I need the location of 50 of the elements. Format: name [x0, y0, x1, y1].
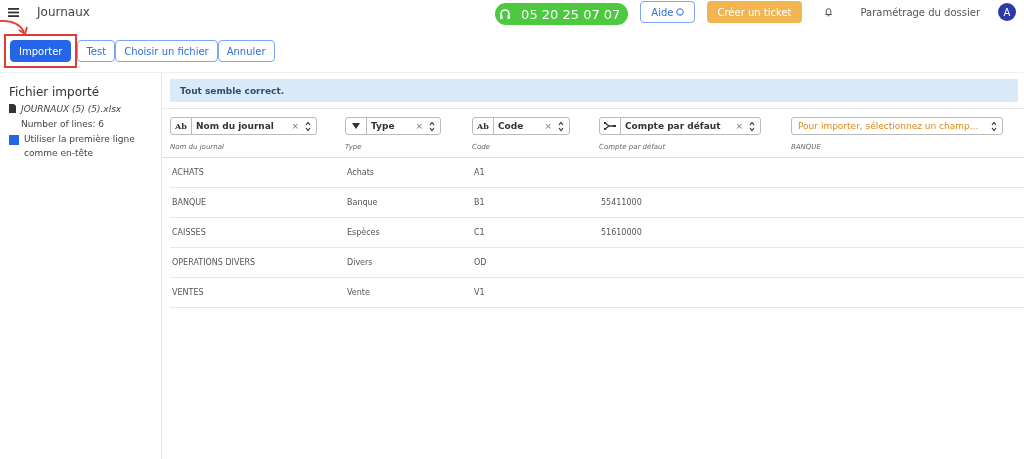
clear-icon[interactable]: × — [291, 121, 299, 131]
field-select[interactable]: Type × — [345, 117, 441, 135]
field-select[interactable]: Compte par défaut × — [599, 117, 761, 135]
sort-arrows-icon — [429, 120, 435, 132]
table-cell: Espèces — [345, 218, 472, 248]
help-button[interactable]: Aide — [640, 1, 696, 23]
table-cell: CAISSES — [170, 218, 345, 248]
table-cell: Vente — [345, 278, 472, 308]
menu-icon[interactable] — [8, 7, 19, 17]
toolbar-button[interactable]: Annuler — [217, 40, 275, 62]
file-name: JOURNAUX (5) (5).xlsx — [21, 104, 122, 114]
toolbar-button[interactable]: Choisir un fichier — [115, 40, 218, 62]
field-select[interactable]: Ab Code × — [472, 117, 570, 135]
table-cell: OD — [472, 248, 599, 278]
table-cell: VENTES — [170, 278, 345, 308]
help-icon — [676, 8, 685, 16]
table-cell: Achats — [345, 158, 472, 188]
clear-icon[interactable]: × — [735, 121, 743, 131]
table-cell: B1 — [472, 188, 599, 218]
table-cell: Banque — [345, 188, 472, 218]
table-cell: V1 — [472, 278, 599, 308]
settings-link[interactable]: Paramétrage du dossier — [860, 6, 980, 18]
table-cell: C1 — [472, 218, 599, 248]
table-cell: 55411000 — [599, 188, 791, 218]
field-select[interactable]: Pour importer, sélectionnez un champ... — [791, 117, 1003, 135]
line-count: Number of lines: 6 — [21, 119, 106, 129]
clear-icon[interactable]: × — [544, 121, 552, 131]
success-alert: Tout semble correct. — [170, 79, 1018, 102]
clear-icon[interactable]: × — [415, 121, 423, 131]
sort-arrows-icon — [991, 120, 997, 132]
import-button[interactable]: Importer — [10, 40, 72, 62]
table-cell: BANQUE — [170, 188, 345, 218]
file-icon — [9, 104, 16, 113]
table-cell: Divers — [345, 248, 472, 278]
table-cell: A1 — [472, 158, 599, 188]
user-avatar[interactable]: A — [998, 3, 1016, 21]
bell-icon[interactable] — [823, 7, 833, 17]
sidebar-title: Fichier importé — [9, 85, 101, 99]
table-cell: OPERATIONS DIVERS — [170, 248, 345, 278]
page-title: Journaux — [37, 5, 90, 19]
field-select[interactable]: Ab Nom du journal × — [170, 117, 317, 135]
header-checkbox[interactable] — [9, 135, 19, 145]
table-cell: ACHATS — [170, 158, 345, 188]
toolbar-button[interactable]: Test — [77, 40, 116, 62]
table-cell: 51610000 — [599, 218, 791, 248]
sort-arrows-icon — [558, 120, 564, 132]
checkbox-label: Utiliser la première ligne comme en-tête — [24, 133, 136, 160]
sort-arrows-icon — [305, 120, 311, 132]
headset-icon — [499, 8, 512, 20]
sort-arrows-icon — [749, 120, 755, 132]
